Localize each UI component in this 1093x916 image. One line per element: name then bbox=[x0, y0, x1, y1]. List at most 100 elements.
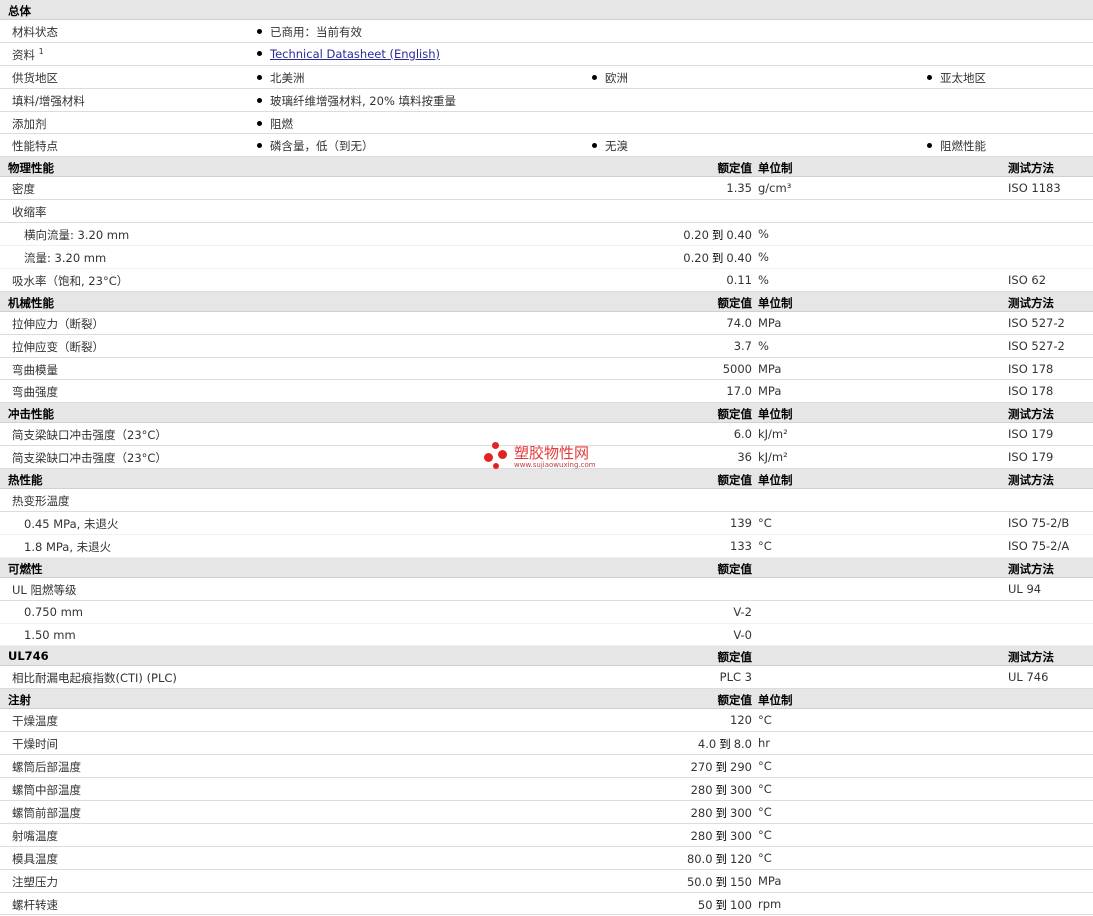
property-row: 1.50 mm V-0 bbox=[0, 624, 1093, 647]
property-label: 0.750 mm bbox=[24, 604, 83, 619]
property-unit: °C bbox=[758, 759, 772, 774]
section-title: 可燃性 bbox=[8, 561, 43, 576]
range-to: 0.40 bbox=[726, 251, 752, 266]
property-label: 注塑压力 bbox=[12, 874, 58, 889]
property-label: 简支梁缺口冲击强度（23°C） bbox=[12, 451, 167, 466]
property-value: 139 bbox=[730, 516, 752, 531]
property-label: 横向流量: 3.20 mm bbox=[24, 228, 130, 243]
property-value: 5000 bbox=[722, 361, 752, 376]
row-additive: 添加剂 阻燃 bbox=[0, 112, 1093, 135]
section-header-physical: 物理性能 额定值 单位制 测试方法 bbox=[0, 157, 1093, 178]
section-title: 冲击性能 bbox=[8, 407, 54, 422]
bullet-icon bbox=[257, 29, 262, 34]
section-header-mechanical: 机械性能 额定值 单位制 测试方法 bbox=[0, 291, 1093, 312]
section-title: 总体 bbox=[8, 4, 31, 18]
property-unit: g/cm³ bbox=[758, 181, 792, 196]
property-label: 弯曲强度 bbox=[12, 385, 58, 400]
property-label: 螺筒前部温度 bbox=[12, 805, 81, 820]
property-label: 0.45 MPa, 未退火 bbox=[24, 517, 119, 532]
property-row: 螺杆转速 50 到 100 rpm bbox=[0, 893, 1093, 916]
row-label: 资料 1 bbox=[12, 46, 44, 62]
property-unit: hr bbox=[758, 736, 771, 751]
row-label: 供货地区 bbox=[12, 70, 58, 85]
property-label: 模具温度 bbox=[12, 851, 58, 866]
property-row: 流量: 3.20 mm 0.20 到 0.40% bbox=[0, 246, 1093, 269]
range-from: 0.20 bbox=[683, 228, 709, 243]
region-item: 北美洲 bbox=[257, 70, 305, 86]
section-header-impact: 冲击性能 额定值 单位制 测试方法 bbox=[0, 403, 1093, 424]
column-header-nominal: 额定值 bbox=[717, 473, 753, 488]
property-label: 螺筒中部温度 bbox=[12, 783, 81, 798]
bullet-icon bbox=[927, 143, 932, 149]
property-row: UL 阻燃等级 UL 94 bbox=[0, 578, 1093, 601]
watermark-text: 塑胶物性网 bbox=[514, 444, 590, 462]
section-title: 物理性能 bbox=[8, 161, 54, 176]
range-to: 290 bbox=[730, 760, 752, 775]
property-value: 3.7 bbox=[733, 338, 752, 353]
property-label: 热变形温度 bbox=[12, 494, 70, 509]
bullet-icon bbox=[592, 74, 597, 80]
property-unit: kJ/m² bbox=[758, 427, 788, 442]
row-label: 材料状态 bbox=[12, 25, 58, 39]
column-header-test: 测试方法 bbox=[1008, 407, 1054, 422]
region-item: 欧洲 bbox=[592, 70, 628, 86]
row-filler: 填料/增强材料 玻璃纤维增强材料, 20% 填料按重量 bbox=[0, 89, 1093, 112]
footnote-marker: 1 bbox=[38, 46, 44, 56]
property-unit: MPa bbox=[758, 315, 782, 330]
property-row: 模具温度 80.0 到 120 °C bbox=[0, 847, 1093, 870]
column-header-nominal: 额定值 bbox=[717, 561, 753, 576]
column-header-nominal: 额定值 bbox=[717, 650, 753, 665]
column-header-unit: 单位制 bbox=[758, 407, 793, 422]
property-unit: % bbox=[758, 272, 769, 287]
property-label: 螺筒后部温度 bbox=[12, 760, 81, 775]
row-value: 玻璃纤维增强材料, 20% 填料按重量 bbox=[257, 93, 456, 109]
bullet-icon bbox=[257, 120, 262, 126]
property-value-range: 80.0 到 120 bbox=[687, 851, 752, 867]
property-label: 螺杆转速 bbox=[12, 897, 58, 912]
technical-datasheet-link[interactable]: Technical Datasheet (English) bbox=[270, 47, 440, 61]
bullet-icon bbox=[927, 74, 932, 80]
property-label: 拉伸应力（断裂） bbox=[12, 316, 104, 331]
property-value: 17.0 bbox=[726, 384, 752, 399]
property-test-method: ISO 527-2 bbox=[1008, 338, 1065, 353]
range-from: 50.0 bbox=[686, 874, 713, 889]
property-unit: rpm bbox=[758, 896, 782, 911]
property-unit: °C bbox=[758, 827, 772, 842]
row-value: 阻燃 bbox=[257, 116, 293, 132]
row-documents: 资料 1 Technical Datasheet (English) bbox=[0, 43, 1093, 66]
range-from: 0.20 bbox=[683, 251, 709, 266]
row-features: 性能特点 磷含量，低（到无） 无溴 阻燃性能 bbox=[0, 134, 1093, 158]
property-value-range: 270 到 290 bbox=[691, 759, 752, 775]
row-material-status: 材料状态 已商用：当前有效 bbox=[0, 20, 1093, 43]
range-to: 300 bbox=[730, 828, 752, 843]
range-to-word: 到 bbox=[719, 737, 731, 752]
row-value: 已商用：当前有效 bbox=[257, 24, 362, 40]
property-unit: MPa bbox=[758, 384, 782, 399]
property-test-method: UL 746 bbox=[1008, 670, 1049, 685]
column-header-nominal: 额定值 bbox=[717, 407, 753, 422]
section-title: 机械性能 bbox=[8, 295, 54, 310]
watermark-logo-icon bbox=[498, 450, 507, 459]
property-unit: MPa bbox=[758, 361, 782, 376]
column-header-test: 测试方法 bbox=[1008, 295, 1054, 310]
property-row: 相比耐漏电起痕指数(CTI) (PLC) PLC 3 UL 746 bbox=[0, 666, 1093, 690]
column-header-test: 测试方法 bbox=[1008, 161, 1054, 176]
feature-item: 无溴 bbox=[592, 138, 628, 154]
property-row: 注塑压力 50.0 到 150 MPa bbox=[0, 870, 1093, 893]
range-to: 150 bbox=[730, 874, 752, 889]
range-to-word: 到 bbox=[715, 897, 728, 912]
row-label: 性能特点 bbox=[12, 139, 58, 154]
range-from: 280 bbox=[690, 805, 713, 820]
column-header-nominal: 额定值 bbox=[717, 161, 753, 176]
bullet-icon bbox=[257, 50, 262, 56]
region-item: 亚太地区 bbox=[927, 70, 986, 86]
property-label: 干燥时间 bbox=[12, 737, 58, 752]
range-from: 4.0 bbox=[697, 737, 717, 752]
section-header-injection: 注射 额定值 单位制 bbox=[0, 689, 1093, 710]
row-value: Technical Datasheet (English) bbox=[257, 47, 440, 61]
property-test-method: ISO 62 bbox=[1008, 272, 1047, 287]
property-value-range: 280 到 300 bbox=[691, 828, 752, 844]
property-row: 0.45 MPa, 未退火 139 °C ISO 75-2/B bbox=[0, 512, 1093, 535]
property-row: 螺筒前部温度 280 到 300 °C bbox=[0, 801, 1093, 824]
property-row: 拉伸应力（断裂） 74.0 MPa ISO 527-2 bbox=[0, 312, 1093, 335]
